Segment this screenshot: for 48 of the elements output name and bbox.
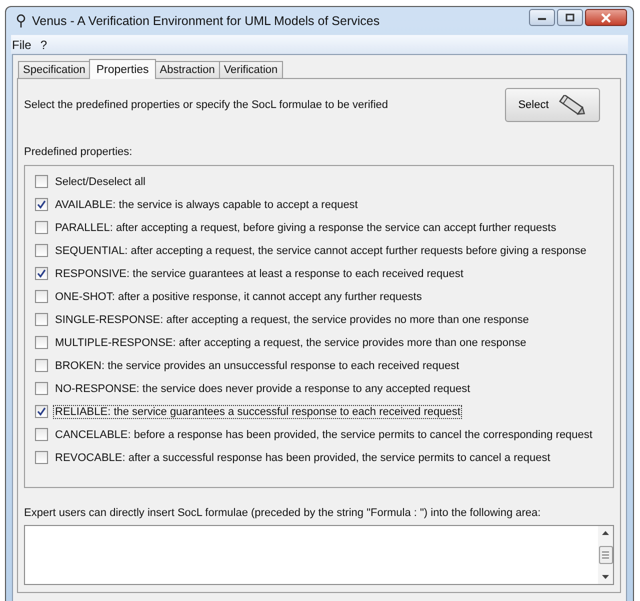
checkbox[interactable] (35, 313, 48, 326)
checkbox-label[interactable]: Select/Deselect all (53, 174, 148, 188)
minimize-button[interactable] (529, 9, 555, 26)
checkbox[interactable] (35, 198, 48, 211)
checkbox-label[interactable]: PARALLEL: after accepting a request, before giving a response the service can accept further requests (53, 220, 558, 234)
checkbox-label[interactable]: SINGLE-RESPONSE: after accepting a request, the service provides no more than one response (53, 312, 531, 326)
checkbox-label[interactable]: RELIABLE: the service guarantees a successful response to each received request (53, 404, 462, 418)
checkbox[interactable] (35, 221, 48, 234)
checkbox[interactable] (35, 359, 48, 372)
scrollbar[interactable] (598, 526, 613, 584)
checkbox-label[interactable]: MULTIPLE-RESPONSE: after accepting a request, the service provides more than one response (53, 336, 528, 350)
instruction-text: Select the predefined properties or specify the SocL formulae to be verified (24, 99, 388, 111)
pencil-icon (556, 95, 587, 115)
menu-item[interactable]: File (12, 38, 32, 52)
close-button[interactable] (585, 9, 627, 26)
menu-item[interactable]: ? (40, 38, 48, 52)
window-title: Venus - A Verification Environment for UML Models of Services (32, 14, 380, 28)
checkbox[interactable] (35, 290, 48, 303)
checkbox-label[interactable]: SEQUENTIAL: after accepting a request, the service cannot accept further requests before giving a response (53, 244, 588, 258)
section-label: Predefined properties: (24, 146, 132, 158)
checkbox[interactable] (35, 451, 48, 464)
checkbox-label[interactable]: AVAILABLE: the service is always capable to accept a request (53, 198, 360, 212)
checkbox-label[interactable]: CANCELABLE: before a response has been provided, the service permits to cancel the corresponding request (53, 428, 594, 442)
close-icon (600, 12, 612, 22)
checkbox-label[interactable]: ONE-SHOT: after a positive response, it cannot accept any further requests (53, 290, 424, 304)
tab[interactable]: Abstraction (154, 61, 220, 78)
expert-label: Expert users can directly insert SocL formulae (preceded by the string "Formula : ") into the following area: (24, 507, 541, 519)
checkbox-label[interactable]: BROKEN: the service provides an unsuccessful response to each received request (53, 358, 462, 372)
checkbox[interactable] (35, 267, 48, 280)
pin-icon (16, 14, 26, 28)
select-button[interactable]: Select (505, 88, 600, 122)
checkbox[interactable] (35, 428, 48, 441)
tab[interactable]: Specification (18, 61, 90, 78)
checkbox-label[interactable]: NO-RESPONSE: the service does never provide a response to any accepted request (53, 382, 472, 396)
checkbox-label[interactable]: REVOCABLE: after a successful response has been provided, the service permits to cancel a request (53, 450, 552, 464)
checkbox[interactable] (35, 244, 48, 257)
checkbox[interactable] (35, 175, 48, 188)
checkbox-label[interactable]: RESPONSIVE: the service guarantees at least a response to each received request (53, 266, 466, 280)
scroll-thumb[interactable] (598, 546, 612, 564)
tab[interactable]: Verification (218, 61, 283, 78)
maximize-icon (565, 13, 575, 22)
scroll-up-icon[interactable] (602, 531, 609, 535)
checkbox[interactable] (35, 405, 48, 418)
checkbox[interactable] (35, 336, 48, 349)
checkbox[interactable] (35, 382, 48, 395)
tab[interactable]: Properties (89, 59, 156, 79)
scroll-down-icon[interactable] (602, 575, 609, 579)
maximize-button[interactable] (557, 9, 583, 26)
